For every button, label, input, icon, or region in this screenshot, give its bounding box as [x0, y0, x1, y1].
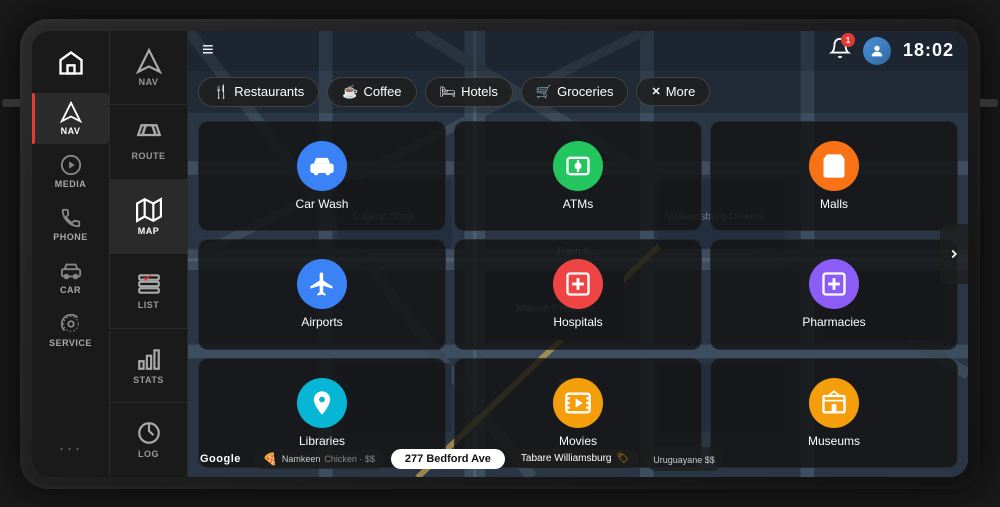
nav-panel-log-label: LOG — [138, 449, 159, 459]
time-display: 18:02 — [903, 40, 954, 61]
more-close-icon: ✕ — [651, 85, 660, 98]
google-logo: Google — [200, 453, 241, 465]
nav-panel-map-label: MAP — [138, 226, 160, 236]
poi-atms[interactable]: ATMs — [454, 121, 702, 232]
category-tabs: 🍴 Restaurants ☕ Coffee 🛏 Hotels 🛒 Grocer… — [188, 71, 968, 113]
libraries-icon — [297, 378, 347, 428]
poi-pharmacies[interactable]: Pharmacies — [710, 239, 958, 350]
coffee-icon: ☕ — [342, 84, 358, 100]
nav-panel-route[interactable]: ROUTE — [110, 105, 187, 180]
sidebar-label-nav: NAV — [61, 126, 81, 136]
hospitals-label: Hospitals — [553, 315, 602, 329]
tab-groceries[interactable]: 🛒 Groceries — [521, 77, 629, 107]
sidebar-item-service[interactable]: SERVICE — [32, 305, 109, 356]
place-name: Tabare Williamsburg — [521, 453, 612, 464]
sidebar: NAV MEDIA PHONE — [32, 31, 110, 477]
scroll-right-button[interactable] — [940, 224, 968, 284]
atms-icon — [553, 141, 603, 191]
sidebar-item-phone[interactable]: PHONE — [32, 199, 109, 250]
nav-panel-list[interactable]: LIST — [110, 254, 187, 329]
airports-icon — [297, 259, 347, 309]
hamburger-menu[interactable]: ≡ — [202, 39, 214, 62]
poi-malls[interactable]: Malls — [710, 121, 958, 232]
main-area: Superst Shop Maison Premiere Williamsbur… — [188, 31, 968, 477]
nav-panel-route-label: ROUTE — [132, 151, 166, 161]
hotels-label: Hotels — [461, 84, 498, 99]
movies-icon — [553, 378, 603, 428]
poi-car-wash[interactable]: Car Wash — [198, 121, 446, 232]
malls-label: Malls — [820, 197, 848, 211]
atms-label: ATMs — [563, 197, 593, 211]
groceries-label: Groceries — [557, 84, 613, 99]
restaurants-label: Restaurants — [234, 84, 304, 99]
notification-bell[interactable]: 1 — [829, 37, 851, 64]
top-bar-right: 1 18:02 — [829, 37, 954, 65]
place-sub: Uruguayane $$ — [645, 447, 723, 471]
sidebar-item-nav[interactable]: NAV — [32, 93, 109, 144]
place-pill: Tabare Williamsburg 🏷 — [511, 449, 639, 468]
sidebar-more-dots[interactable]: ··· — [59, 438, 83, 469]
groceries-icon: 🛒 — [536, 84, 552, 100]
sidebar-item-car[interactable]: CAR — [32, 252, 109, 303]
nav-panel: NAV ROUTE MAP — [110, 31, 188, 477]
more-label: More — [666, 84, 696, 99]
malls-icon — [809, 141, 859, 191]
poi-marker-1: 🍕 Namkeen Chicken · $$ — [253, 449, 385, 469]
sidebar-item-media[interactable]: MEDIA — [32, 146, 109, 197]
coffee-label: Coffee — [363, 84, 401, 99]
tab-restaurants[interactable]: 🍴 Restaurants — [198, 77, 319, 107]
sidebar-label-phone: PHONE — [53, 232, 88, 242]
airports-label: Airports — [301, 315, 342, 329]
poi-hospitals[interactable]: Hospitals — [454, 239, 702, 350]
nav-panel-nav-label: NAV — [139, 77, 159, 87]
hospitals-icon — [553, 259, 603, 309]
poi-grid: Car Wash ATMs — [188, 113, 968, 477]
nav-panel-list-label: LIST — [138, 300, 160, 310]
tab-coffee[interactable]: ☕ Coffee — [327, 77, 416, 107]
notification-count: 1 — [841, 33, 855, 47]
car-wash-label: Car Wash — [296, 197, 349, 211]
nav-panel-log[interactable]: LOG — [110, 403, 187, 477]
nav-panel-nav[interactable]: NAV — [110, 31, 187, 106]
museums-icon — [809, 378, 859, 428]
screen: NAV MEDIA PHONE — [32, 31, 968, 477]
device-shell: NAV MEDIA PHONE — [20, 19, 980, 489]
sidebar-label-service: SERVICE — [49, 338, 92, 348]
nav-panel-stats-label: STATS — [133, 375, 164, 385]
pharmacies-label: Pharmacies — [802, 315, 865, 329]
sidebar-label-car: CAR — [60, 285, 81, 295]
user-avatar[interactable] — [863, 37, 891, 65]
bottom-bar: Google 🍕 Namkeen Chicken · $$ 277 Bedfor… — [188, 441, 968, 477]
nav-panel-map[interactable]: MAP — [110, 180, 187, 255]
hotels-icon: 🛏 — [440, 84, 457, 100]
sidebar-label-media: MEDIA — [55, 179, 87, 189]
address-pill[interactable]: 277 Bedford Ave — [391, 449, 505, 469]
pharmacies-icon — [809, 259, 859, 309]
top-bar: ≡ 1 18:02 — [188, 31, 968, 71]
home-button[interactable] — [32, 39, 109, 87]
poi-airports[interactable]: Airports — [198, 239, 446, 350]
car-wash-icon — [297, 141, 347, 191]
tab-hotels[interactable]: 🛏 Hotels — [425, 77, 513, 107]
nav-panel-stats[interactable]: STATS — [110, 329, 187, 404]
restaurants-icon: 🍴 — [213, 84, 229, 100]
tab-more[interactable]: ✕ More — [636, 77, 710, 106]
